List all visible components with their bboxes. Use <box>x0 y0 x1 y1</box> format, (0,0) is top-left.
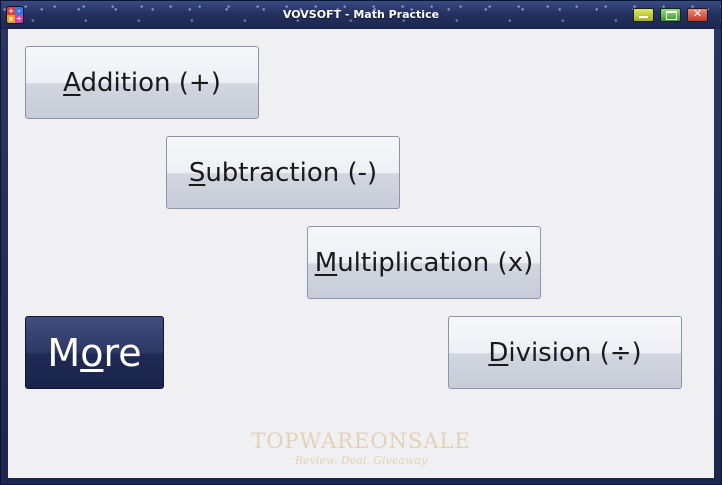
division-button-label: Division (÷) <box>488 338 641 368</box>
more-label-rest: re <box>103 330 142 375</box>
maximize-icon[interactable] <box>660 8 681 22</box>
more-button[interactable]: More <box>25 316 164 389</box>
division-label-text: ivision (÷) <box>508 337 642 368</box>
watermark-tagline: Review. Deal. Giveaway <box>294 454 428 467</box>
addition-label-text: ddition (+) <box>80 67 221 98</box>
close-icon[interactable] <box>687 7 708 22</box>
more-label-pre: M <box>47 330 81 375</box>
app-window: + - x ÷ VOVSOFT - Math Practice Addition… <box>0 0 722 485</box>
multiplication-button[interactable]: Multiplication (x) <box>307 226 541 299</box>
mnemonic-a: A <box>63 67 81 98</box>
window-title: VOVSOFT - Math Practice <box>282 8 440 21</box>
multiplication-button-label: Multiplication (x) <box>315 248 533 278</box>
addition-button-label: Addition (+) <box>63 68 221 98</box>
division-button[interactable]: Division (÷) <box>448 316 682 389</box>
title-bar[interactable]: + - x ÷ VOVSOFT - Math Practice <box>1 1 721 29</box>
subtraction-button-label: Subtraction (-) <box>189 158 377 188</box>
watermark: TOPWAREONSALE Review. Deal. Giveaway <box>246 429 476 467</box>
mnemonic-o: o <box>80 330 104 375</box>
subtraction-button[interactable]: Subtraction (-) <box>166 136 400 209</box>
minimize-icon[interactable] <box>633 8 654 22</box>
subtraction-label-text: ubtraction (-) <box>205 157 378 188</box>
multiplication-label-text: ultiplication (x) <box>337 247 534 278</box>
mnemonic-s: S <box>188 157 206 188</box>
mnemonic-m: M <box>314 247 338 278</box>
main-panel: Addition (+) Subtraction (-) Multiplicat… <box>8 29 714 478</box>
more-button-label: More <box>47 331 141 375</box>
mnemonic-d: D <box>488 337 509 368</box>
addition-button[interactable]: Addition (+) <box>25 46 259 119</box>
watermark-logo-text: TOPWAREONSALE <box>251 429 471 453</box>
